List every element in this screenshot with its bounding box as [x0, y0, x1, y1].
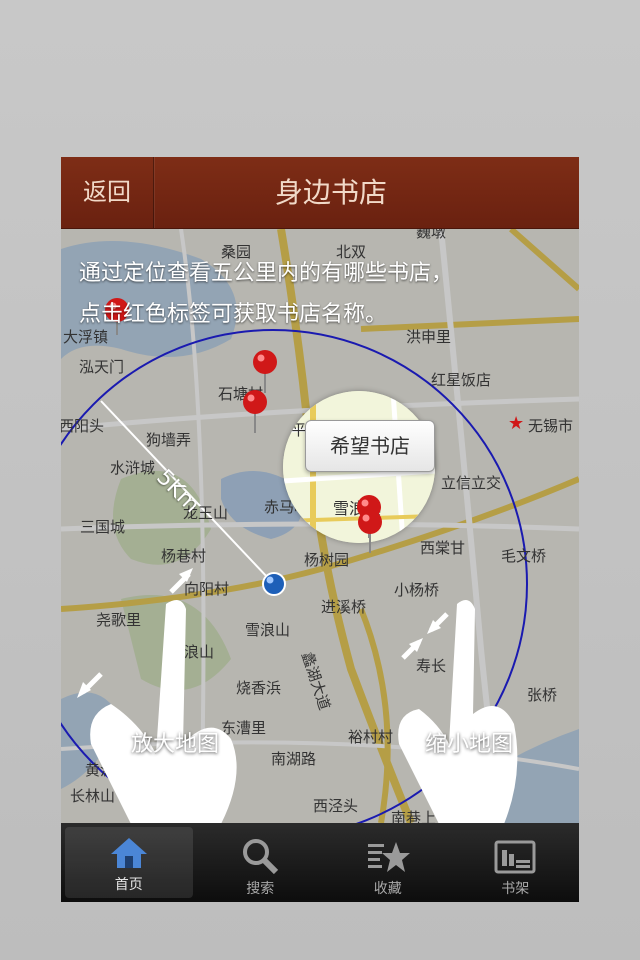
map-label: 立信立交	[441, 474, 502, 492]
map-label: 裕村村	[348, 728, 394, 746]
bookshelf-icon	[494, 840, 536, 874]
search-icon	[243, 839, 279, 874]
bookstore-pin[interactable]	[242, 389, 268, 435]
nav-bar: 返回 身边书店	[61, 157, 579, 229]
map-label: 西棠甘	[420, 539, 466, 557]
zoom-in-gesture-icon	[77, 568, 237, 823]
tab-bar: 首页 搜索 收藏 书架	[61, 823, 579, 902]
map-label: 红星饭店	[431, 371, 492, 389]
zoom-in-label: 放大地图	[131, 732, 220, 757]
map-label: 三国城	[80, 518, 126, 536]
zoom-out-label: 缩小地图	[425, 732, 514, 757]
map-label: 南湖路	[271, 750, 317, 768]
city-star-icon: ★	[508, 413, 525, 434]
instruction-line-1: 通过定位查看五公里内的有哪些书店，	[79, 261, 454, 286]
tab-home[interactable]: 首页	[65, 827, 193, 898]
tab-label: 收藏	[373, 881, 402, 897]
favorites-icon	[367, 842, 410, 872]
tab-label: 搜索	[246, 881, 275, 897]
map-label: 平	[291, 421, 307, 439]
map-label: 杨树园	[304, 551, 350, 569]
map-label: 巍墩	[416, 229, 447, 241]
tab-label: 首页	[114, 877, 143, 893]
map-label: 毛文桥	[501, 547, 547, 565]
home-icon	[110, 838, 147, 868]
map-label: 西阳头	[61, 417, 105, 435]
instruction-text: 通过定位查看五公里内的有哪些书店， 点击红色标签可获取书店名称。	[79, 253, 569, 335]
map-label: 狗墙弄	[146, 431, 192, 449]
phone-screen: 返回 身边书店 桑园 北双 巍墩 大浮镇 洪申里 泓天门 石塘村 红星饭店 西阳…	[61, 157, 579, 902]
instruction-line-2: 点击红色标签可获取书店名称。	[79, 302, 388, 327]
current-location-icon	[262, 572, 286, 596]
map-label: 雪浪山	[245, 621, 291, 639]
map-label: 杨巷村	[161, 547, 207, 565]
tab-search[interactable]: 搜索	[197, 823, 325, 902]
tab-bookshelf[interactable]: 书架	[452, 823, 580, 902]
bookstore-pin[interactable]	[357, 509, 383, 555]
bookstore-callout[interactable]: 希望书店	[305, 420, 435, 472]
map-label: 泓天门	[79, 358, 125, 376]
back-button[interactable]: 返回	[61, 157, 154, 228]
map-label: 西泾头	[313, 797, 359, 815]
map-label: 无锡市	[528, 417, 574, 435]
map-label: 进溪桥	[321, 598, 367, 616]
tab-label: 书架	[501, 881, 530, 897]
tab-favorites[interactable]: 收藏	[324, 823, 452, 902]
map-view[interactable]: 桑园 北双 巍墩 大浮镇 洪申里 泓天门 石塘村 红星饭店 西阳头 狗墙弄 无锡…	[61, 229, 579, 823]
map-label: 水浒城	[110, 459, 156, 477]
zoom-out-gesture-icon	[398, 600, 518, 823]
page-title: 身边书店	[274, 176, 387, 209]
